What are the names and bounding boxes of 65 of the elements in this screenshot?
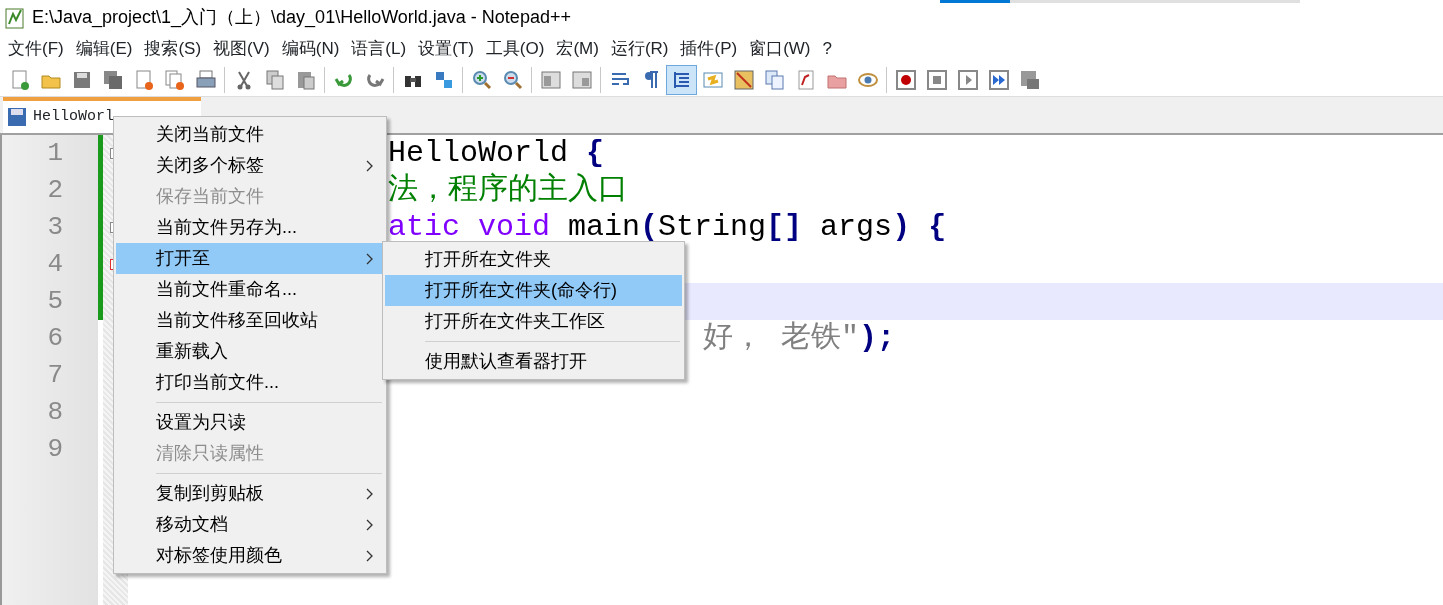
window-icon [539,68,562,91]
menu-item[interactable]: 文件(F) [2,36,70,62]
menu-item[interactable]: 复制到剪贴板 [116,478,384,509]
code-line: atic void main(String[] args) { [388,210,947,244]
play-icon [956,68,979,91]
menu-item[interactable]: 工具(O) [479,36,551,62]
save-icon [7,107,27,127]
line-number: 7 [46,359,64,392]
menu-item[interactable]: 宏(M) [550,36,605,62]
menu-item[interactable]: 设置为只读 [116,407,384,438]
code-line: 法，程序的主入口 [388,173,628,207]
record-icon [894,68,917,91]
menu-item[interactable]: 使用默认查看器打开 [385,346,682,377]
menu-item[interactable]: 当前文件重命名... [116,274,384,305]
menu-item[interactable]: ? [816,36,838,62]
menu-item[interactable]: 打开所在文件夹(命令行) [385,275,682,306]
line-number: 9 [46,433,64,466]
menu-item[interactable]: 移动文档 [116,509,384,540]
menu-item[interactable]: 语言(L) [345,36,413,62]
chevron-right-icon [366,252,374,265]
menu-item[interactable]: 打开所在文件夹 [385,244,682,275]
close-all-icon [163,68,186,91]
menu-item[interactable]: 编辑(E) [69,36,139,62]
line-number: 3 [46,211,64,244]
line-number: 6 [46,322,64,355]
macro-list-icon [1018,68,1041,91]
window-icon [570,68,593,91]
toolbar-button[interactable] [666,64,697,95]
line-number: 4 [46,248,64,281]
menu-item[interactable]: 编码(N) [275,36,346,62]
fast-forward-icon [987,68,1010,91]
menu-item[interactable]: 重新载入 [116,336,384,367]
line-number: 5 [46,285,64,318]
chevron-right-icon [366,159,374,172]
menu-item[interactable]: 搜索(S) [138,36,208,62]
chevron-right-icon [366,549,374,562]
line-number: 8 [46,396,64,429]
menu-item[interactable]: 视图(V) [207,36,276,62]
notepad-icon [4,5,26,30]
menu-item[interactable]: 关闭多个标签 [116,150,384,181]
menu-item[interactable]: 插件(P) [674,36,744,62]
menu-item[interactable]: 对标签使用颜色 [116,540,384,571]
menu-item[interactable]: 打开至 [116,243,384,274]
code-line: 好， 老铁"); [703,321,896,355]
window-title: E:\Java_project\1_入门（上）\day_01\HelloWorld.java - Notepad++ [32,6,571,30]
menu-item[interactable]: 打印当前文件... [116,367,384,398]
line-number: 2 [46,174,64,207]
menu-item[interactable]: 设置(T) [412,36,480,62]
map-icon [732,68,755,91]
save-all-icon [101,68,124,91]
printer-icon [194,68,217,91]
menu-item[interactable]: 运行(R) [604,36,675,62]
zoom-in-icon [470,68,493,91]
chevron-right-icon [366,487,374,500]
menu-item[interactable]: 当前文件另存为... [116,212,384,243]
menu-item[interactable]: 当前文件移至回收站 [116,305,384,336]
documents-icon [763,68,786,91]
zoom-out-icon [501,68,524,91]
copy-icon [263,68,286,91]
menu-item[interactable]: 打开所在文件夹工作区 [385,306,682,337]
line-number: 1 [46,137,64,170]
chevron-right-icon [366,518,374,531]
stop-icon [925,68,948,91]
code-line: HelloWorld { [388,136,605,170]
menu-item[interactable]: 窗口(W) [743,36,817,62]
